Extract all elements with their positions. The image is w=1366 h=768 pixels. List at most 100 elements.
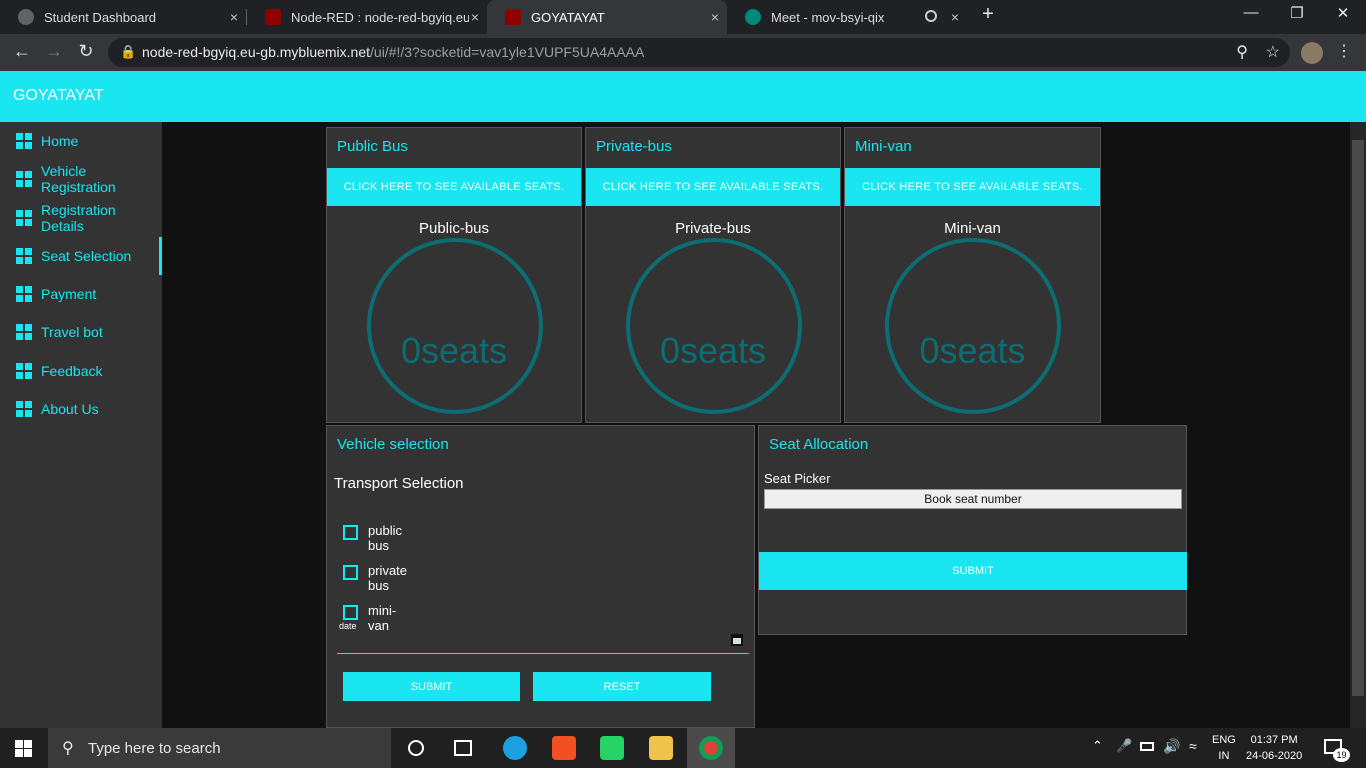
battery-icon[interactable] bbox=[1140, 742, 1154, 751]
seat-picker-label: Seat Picker bbox=[764, 471, 831, 486]
see-seats-button[interactable]: CLICK HERE TO SEE AVAILABLE SEATS. bbox=[845, 168, 1100, 206]
close-tab-icon[interactable]: × bbox=[230, 9, 238, 25]
tab-node-red[interactable]: Node-RED : node-red-bgyiq.eu-g × bbox=[247, 0, 487, 34]
close-tab-icon[interactable]: × bbox=[471, 9, 479, 25]
task-view-icon[interactable] bbox=[454, 740, 472, 756]
star-icon[interactable]: ☆ bbox=[1266, 42, 1280, 62]
new-tab-button[interactable]: + bbox=[965, 3, 1011, 26]
checkbox-box[interactable] bbox=[343, 565, 358, 580]
sidebar-item-about-us[interactable]: About Us bbox=[0, 390, 162, 428]
clock-time: 01:37 PM bbox=[1250, 734, 1298, 746]
dashboard-icon bbox=[16, 363, 32, 379]
menu-icon[interactable]: ⋮ bbox=[1333, 41, 1355, 61]
store-icon[interactable] bbox=[552, 736, 576, 760]
clock-date: 24-06-2020 bbox=[1246, 750, 1303, 762]
card-title: Private-bus bbox=[596, 138, 672, 155]
scrollbar[interactable] bbox=[1350, 122, 1366, 728]
dashboard-icon bbox=[16, 401, 32, 417]
gauge-value: 0seats bbox=[400, 330, 508, 371]
taskbar-search[interactable]: ⚲ Type here to search bbox=[48, 728, 391, 768]
dashboard-icon bbox=[16, 248, 32, 264]
checkbox-box[interactable] bbox=[343, 605, 358, 620]
card-title: Public Bus bbox=[337, 138, 408, 155]
close-window-icon[interactable]: ✕ bbox=[1320, 4, 1366, 22]
sidebar-item-label: About Us bbox=[41, 401, 99, 417]
tray-chevron-icon[interactable]: ⌃ bbox=[1092, 738, 1103, 754]
checkbox-label: private bus bbox=[368, 563, 408, 593]
sidebar-item-vehicle-registration[interactable]: Vehicle Registration bbox=[0, 160, 162, 198]
scrollbar-thumb[interactable] bbox=[1352, 140, 1364, 696]
gauge-label: Private-bus bbox=[675, 220, 751, 237]
language-code: ENG bbox=[1212, 734, 1236, 746]
back-arrow-icon[interactable]: ← bbox=[11, 41, 33, 62]
file-explorer-icon[interactable] bbox=[649, 736, 673, 760]
tab-title: Student Dashboard bbox=[44, 9, 157, 25]
dashboard-icon bbox=[16, 286, 32, 302]
sidebar-item-label: Feedback bbox=[41, 363, 103, 379]
book-seat-button[interactable]: Book seat number bbox=[764, 489, 1182, 509]
windows-start-icon[interactable] bbox=[15, 740, 32, 757]
whatsapp-icon[interactable] bbox=[600, 736, 624, 760]
cortana-icon[interactable] bbox=[408, 740, 424, 756]
url-path: /ui/#!/3?socketid=vav1yle1VUPF5UA4AAAA bbox=[370, 44, 645, 60]
card-seat-allocation: Seat Allocation Seat Picker Book seat nu… bbox=[758, 425, 1187, 635]
taskbar: ⚲ Type here to search ⌃ 🎤 🔊 ≈ ENG IN 01:… bbox=[0, 728, 1366, 768]
see-seats-button[interactable]: CLICK HERE TO SEE AVAILABLE SEATS. bbox=[586, 168, 840, 206]
close-tab-icon[interactable]: × bbox=[951, 9, 959, 25]
sidebar-item-payment[interactable]: Payment bbox=[0, 275, 162, 313]
reload-icon[interactable]: ↻ bbox=[75, 41, 97, 62]
clock[interactable]: 01:37 PM 24-06-2020 bbox=[1246, 732, 1302, 764]
date-input[interactable] bbox=[337, 632, 749, 654]
gauge-ring bbox=[885, 238, 1061, 414]
vehicle-reset-button[interactable]: RESET bbox=[533, 672, 711, 701]
sidebar-item-label: Registration Details bbox=[41, 202, 116, 234]
checkbox-box[interactable] bbox=[343, 525, 358, 540]
volume-icon[interactable]: 🔊 bbox=[1163, 738, 1180, 755]
restore-icon[interactable]: ❐ bbox=[1274, 4, 1320, 22]
globe-icon bbox=[18, 9, 34, 25]
vehicle-submit-button[interactable]: SUBMIT bbox=[343, 672, 520, 701]
card-mini-van: Mini-van CLICK HERE TO SEE AVAILABLE SEA… bbox=[844, 127, 1101, 423]
node-red-icon bbox=[265, 9, 281, 25]
tab-title: Meet - mov-bsyi-qix bbox=[771, 9, 885, 25]
gauge-label: Public-bus bbox=[418, 220, 490, 237]
sidebar-item-seat-selection[interactable]: Seat Selection bbox=[0, 237, 162, 275]
gauge-ring bbox=[367, 238, 543, 414]
sidebar: Home Vehicle Registration Registration D… bbox=[0, 122, 162, 728]
tab-meet[interactable]: Meet - mov-bsyi-qix × bbox=[727, 0, 967, 34]
seat-submit-button[interactable]: SUBMIT bbox=[759, 552, 1187, 590]
see-seats-button[interactable]: CLICK HERE TO SEE AVAILABLE SEATS. bbox=[327, 168, 581, 206]
close-tab-icon[interactable]: × bbox=[711, 9, 719, 25]
calendar-icon[interactable] bbox=[731, 634, 743, 646]
lock-icon: 🔒 bbox=[120, 44, 137, 59]
forward-arrow-icon[interactable]: → bbox=[43, 41, 65, 62]
checkbox-label: mini-van bbox=[368, 603, 397, 633]
search-icon: ⚲ bbox=[62, 740, 74, 757]
chrome-taskbar-button[interactable] bbox=[687, 728, 735, 768]
sidebar-item-travel-bot[interactable]: Travel bot bbox=[0, 313, 162, 351]
edge-icon[interactable] bbox=[503, 736, 527, 760]
avatar[interactable] bbox=[1301, 42, 1323, 64]
tab-goyatayat[interactable]: GOYATAYAT × bbox=[487, 0, 727, 34]
address-bar-row: ← → ↻ 🔒 node-red-bgyiq.eu-gb.mybluemix.n… bbox=[0, 34, 1366, 71]
zoom-icon[interactable]: ⚲ bbox=[1236, 42, 1248, 62]
checkbox-public-bus[interactable]: public bus bbox=[343, 523, 412, 553]
region-code: IN bbox=[1218, 750, 1230, 762]
sidebar-item-label: Seat Selection bbox=[41, 248, 132, 264]
chrome-icon bbox=[699, 736, 723, 760]
sidebar-item-feedback[interactable]: Feedback bbox=[0, 352, 162, 390]
sidebar-item-label: Travel bot bbox=[41, 324, 103, 340]
sidebar-item-registration-details[interactable]: Registration Details bbox=[0, 199, 162, 237]
url-host: node-red-bgyiq.eu-gb.mybluemix.net bbox=[142, 44, 371, 60]
omnibox[interactable]: 🔒 node-red-bgyiq.eu-gb.mybluemix.net/ui/… bbox=[108, 38, 1290, 67]
microphone-icon[interactable]: 🎤 bbox=[1116, 738, 1132, 754]
checkbox-private-bus[interactable]: private bus bbox=[343, 563, 412, 593]
minimize-icon[interactable]: — bbox=[1228, 4, 1274, 21]
wifi-icon[interactable]: ≈ bbox=[1189, 738, 1197, 754]
meet-icon bbox=[745, 9, 761, 25]
language-indicator[interactable]: ENG IN bbox=[1212, 732, 1236, 764]
tab-student-dashboard[interactable]: Student Dashboard × bbox=[0, 0, 246, 34]
tab-title: GOYATAYAT bbox=[531, 9, 605, 25]
card-public-bus: Public Bus CLICK HERE TO SEE AVAILABLE S… bbox=[326, 127, 582, 423]
sidebar-item-home[interactable]: Home bbox=[0, 122, 162, 160]
